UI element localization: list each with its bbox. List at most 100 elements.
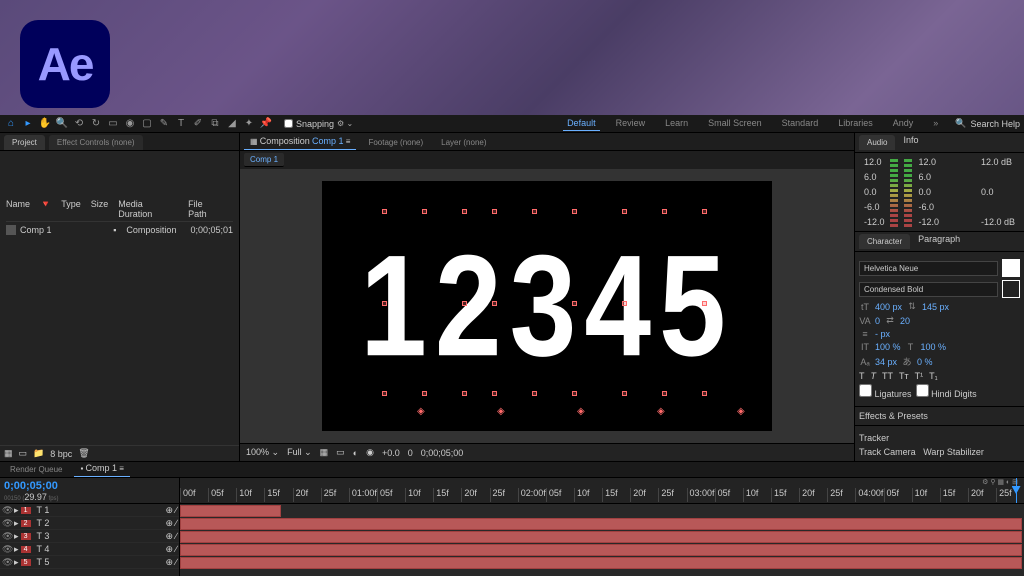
effects-presets-tab[interactable]: Effects & Presets <box>859 411 928 421</box>
font-size-icon: tT <box>859 302 871 312</box>
project-tab[interactable]: Project <box>4 135 45 150</box>
resolution-dropdown[interactable]: Full ⌄ <box>287 447 312 458</box>
warp-stabilizer-button[interactable]: Warp Stabilizer <box>923 447 984 457</box>
after-effects-window: ⌂ ▸ ✋ 🔍 ⟲ ↻ ▭ ◉ ▢ ✎ T ✐ ⧉ ◢ ✦ 📌 Snapping… <box>0 115 1024 576</box>
clone-tool-icon[interactable]: ⧉ <box>208 117 222 131</box>
workspace-libraries[interactable]: Libraries <box>834 116 877 131</box>
layer-row[interactable]: 👁▸3T 3⊕ ∕ <box>0 530 179 543</box>
puppet-tool-icon[interactable]: 📌 <box>259 117 273 131</box>
hscale-input[interactable]: 100 % <box>921 342 947 352</box>
exposure-value[interactable]: +0.0 <box>382 448 400 458</box>
zoom-tool-icon[interactable]: 🔍 <box>55 117 69 131</box>
workspace-review[interactable]: Review <box>612 116 650 131</box>
tracking-input[interactable]: 20 <box>900 316 910 326</box>
italic-button[interactable]: T <box>871 371 877 381</box>
search-icon: 🔍 <box>955 118 966 129</box>
orbit-tool-icon[interactable]: ⟲ <box>72 117 86 131</box>
track-camera-button[interactable]: Track Camera <box>859 447 916 457</box>
composition-panel: ▦ Composition Comp 1 ≡ Footage (none) La… <box>240 133 854 461</box>
zoom-dropdown[interactable]: 100% ⌄ <box>246 447 279 458</box>
composition-viewer[interactable]: 12345 ◈ ◈ ◈ ◈ ◈ <box>240 169 854 443</box>
workspace-small[interactable]: Small Screen <box>704 116 766 131</box>
layer-row[interactable]: 👁▸1T 1⊕ ∕ <box>0 504 179 517</box>
composition-tab[interactable]: ▦ Composition Comp 1 ≡ <box>244 133 356 150</box>
anchor-icon[interactable]: ◈ <box>417 406 425 417</box>
subscript-button[interactable]: T₁ <box>929 371 938 381</box>
timecode-icon[interactable]: ◉ <box>366 447 374 458</box>
paragraph-tab[interactable]: Paragraph <box>918 234 960 249</box>
layer-bars[interactable] <box>180 504 1024 576</box>
new-bin-icon[interactable]: ▦ <box>4 448 13 459</box>
timeline-ruler[interactable]: ⚙ ⚲ ▦ ◐ ⊞ 00f05f10f15f20f25f 01:00f05f10… <box>180 478 1024 503</box>
viewer-footer: 100% ⌄ Full ⌄ ▦ ▭ ◐ ◉ +0.0 0 0;00;05;00 <box>240 443 854 461</box>
grid-icon[interactable]: ▦ <box>320 447 329 458</box>
right-panels: Audio Info 12.06.00.0-6.0-12.0 12.06.00.… <box>854 133 1024 461</box>
tsume-input[interactable]: 0 % <box>917 357 933 367</box>
character-panel: Helvetica Neue Condensed Bold tT400 px⇅1… <box>855 252 1024 407</box>
bold-button[interactable]: T <box>859 371 865 381</box>
audio-meter-left <box>890 157 898 227</box>
smallcaps-button[interactable]: Tᴛ <box>899 371 909 381</box>
font-weight-dropdown[interactable]: Condensed Bold <box>859 282 998 297</box>
current-timecode[interactable]: 0;00;05;00 <box>4 480 175 492</box>
timeline-comp-tab[interactable]: ▪ Comp 1 ≡ <box>74 460 129 477</box>
hindi-toggle[interactable]: Hindi Digits <box>916 384 977 399</box>
camera-value[interactable]: 0 <box>408 448 413 458</box>
anchor-icon[interactable]: ◈ <box>577 406 585 417</box>
workspace-standard[interactable]: Standard <box>778 116 823 131</box>
anchor-icon[interactable]: ◈ <box>497 406 505 417</box>
vscale-input[interactable]: 100 % <box>875 342 901 352</box>
layer-row[interactable]: 👁▸2T 2⊕ ∕ <box>0 517 179 530</box>
search-help[interactable]: 🔍 Search Help <box>955 118 1020 129</box>
new-folder-icon[interactable]: 📁 <box>33 448 44 459</box>
layer-row[interactable]: 👁▸4T 4⊕ ∕ <box>0 543 179 556</box>
channel-icon[interactable]: ◐ <box>353 448 358 458</box>
mask-icon[interactable]: ▭ <box>336 447 345 458</box>
rotate-tool-icon[interactable]: ↻ <box>89 117 103 131</box>
snapping-toggle[interactable]: Snapping ⚙ ⌄ <box>284 119 353 129</box>
audio-meters: 12.06.00.0-6.0-12.0 12.06.00.0-6.0-12.0 … <box>855 153 1024 232</box>
selection-tool-icon[interactable]: ▸ <box>21 117 35 131</box>
workspace-andy[interactable]: Andy <box>889 116 918 131</box>
footage-tab[interactable]: Footage (none) <box>362 135 429 150</box>
leading-input[interactable]: 145 px <box>922 302 949 312</box>
eraser-tool-icon[interactable]: ◢ <box>225 117 239 131</box>
new-comp-icon[interactable]: ▭ <box>19 448 28 459</box>
kerning-input[interactable]: 0 <box>875 316 880 326</box>
render-queue-tab[interactable]: Render Queue <box>4 462 68 477</box>
brush-tool-icon[interactable]: ✐ <box>191 117 205 131</box>
text-tool-icon[interactable]: T <box>174 117 188 131</box>
roto-tool-icon[interactable]: ✦ <box>242 117 256 131</box>
shape-tool-icon[interactable]: ▢ <box>140 117 154 131</box>
canvas[interactable]: 12345 ◈ ◈ ◈ ◈ ◈ <box>322 181 772 431</box>
playhead[interactable] <box>1016 478 1017 503</box>
workspace-overflow-icon[interactable]: » <box>929 116 942 131</box>
font-family-dropdown[interactable]: Helvetica Neue <box>859 261 998 276</box>
layer-row[interactable]: 👁▸5T 5⊕ ∕ <box>0 556 179 569</box>
workspace-default[interactable]: Default <box>563 116 600 131</box>
comp-breadcrumb[interactable]: Comp 1 <box>244 153 284 167</box>
anchor-icon[interactable]: ◈ <box>737 406 745 417</box>
delete-icon[interactable]: 🗑 <box>78 448 89 459</box>
fill-swatch[interactable] <box>1002 259 1020 277</box>
font-size-input[interactable]: 400 px <box>875 302 902 312</box>
effect-controls-tab[interactable]: Effect Controls (none) <box>49 135 143 150</box>
allcaps-button[interactable]: TT <box>882 371 893 381</box>
character-tab[interactable]: Character <box>859 234 910 249</box>
audio-tab[interactable]: Audio <box>859 135 895 150</box>
superscript-button[interactable]: T¹ <box>915 371 924 381</box>
project-columns: Name🔻 Type Size Media Duration File Path <box>6 197 233 222</box>
workspace-learn[interactable]: Learn <box>661 116 692 131</box>
project-item[interactable]: Comp 1 ▪ Composition 0;00;05;01 <box>6 222 233 238</box>
pan-behind-icon[interactable]: ◉ <box>123 117 137 131</box>
ligatures-toggle[interactable]: Ligatures <box>859 384 912 399</box>
hand-tool-icon[interactable]: ✋ <box>38 117 52 131</box>
layer-tab[interactable]: Layer (none) <box>435 135 492 150</box>
baseline-input[interactable]: 34 px <box>875 357 897 367</box>
camera-tool-icon[interactable]: ▭ <box>106 117 120 131</box>
pen-tool-icon[interactable]: ✎ <box>157 117 171 131</box>
info-tab[interactable]: Info <box>903 135 918 150</box>
home-icon[interactable]: ⌂ <box>4 117 18 131</box>
anchor-icon[interactable]: ◈ <box>657 406 665 417</box>
stroke-swatch[interactable] <box>1002 280 1020 298</box>
